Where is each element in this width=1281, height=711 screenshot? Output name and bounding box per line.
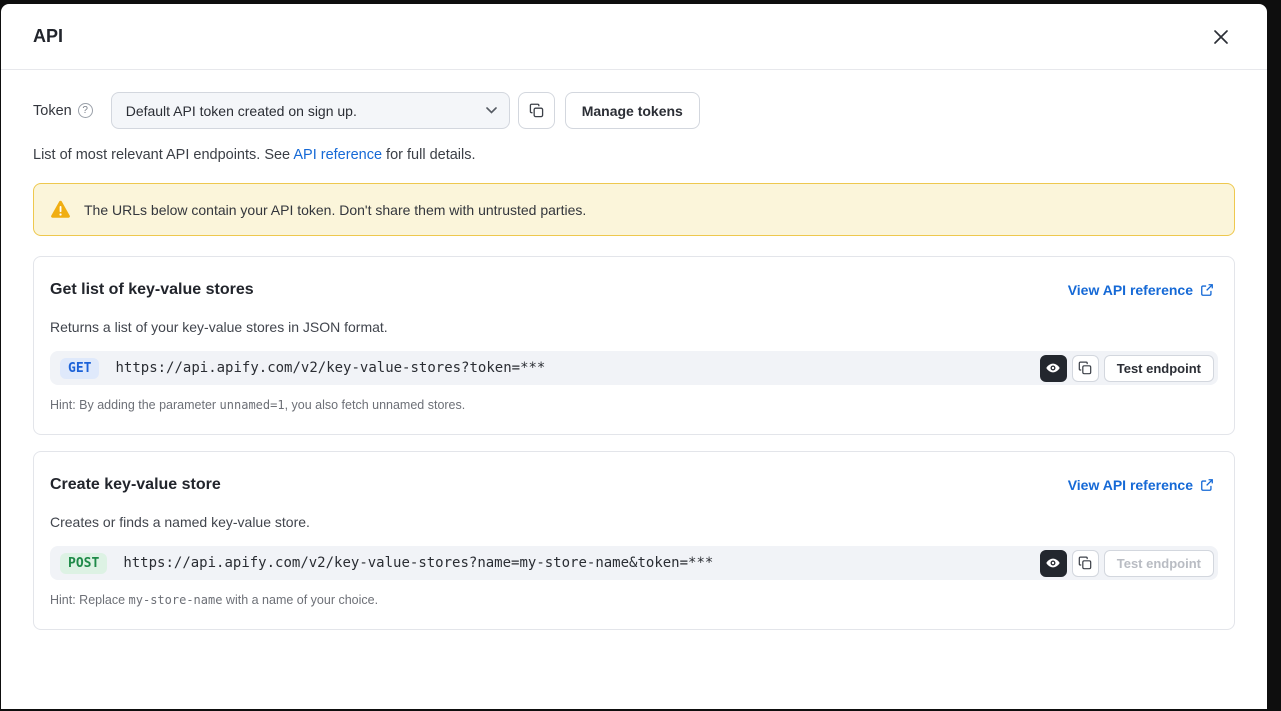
hint-before: Hint: Replace: [50, 593, 129, 607]
close-icon: [1213, 29, 1229, 45]
token-select[interactable]: Default API token created on sign up.: [111, 92, 510, 129]
hint-code: my-store-name: [129, 593, 223, 607]
modal-body: Token ? Default API token created on sig…: [1, 70, 1267, 709]
endpoint-card-get-list: Get list of key-value stores View API re…: [33, 256, 1235, 435]
reveal-token-button[interactable]: [1040, 355, 1067, 382]
view-api-reference-link[interactable]: View API reference: [1068, 477, 1214, 493]
token-row: Token ? Default API token created on sig…: [33, 92, 1235, 129]
page-title: API: [33, 26, 63, 47]
copy-icon: [1078, 361, 1092, 375]
test-endpoint-button[interactable]: Test endpoint: [1104, 550, 1214, 577]
external-link-icon: [1200, 283, 1214, 297]
endpoint-row: GET https://api.apify.com/v2/key-value-s…: [50, 351, 1218, 385]
close-button[interactable]: [1207, 23, 1235, 51]
endpoint-actions: Test endpoint: [1040, 355, 1214, 382]
warning-banner: The URLs below contain your API token. D…: [33, 183, 1235, 236]
endpoint-row: POST https://api.apify.com/v2/key-value-…: [50, 546, 1218, 580]
endpoint-actions: Test endpoint: [1040, 550, 1214, 577]
endpoint-url: https://api.apify.com/v2/key-value-store…: [115, 360, 1039, 376]
card-head: Create key-value store View API referenc…: [50, 476, 1218, 494]
copy-icon: [529, 103, 544, 118]
hint-after: , you also fetch unnamed stores.: [285, 398, 466, 412]
method-badge: GET: [60, 358, 99, 379]
method-badge: POST: [60, 553, 107, 574]
reveal-token-button[interactable]: [1040, 550, 1067, 577]
modal-header: API: [1, 4, 1267, 70]
view-api-reference-link[interactable]: View API reference: [1068, 282, 1214, 298]
eye-icon: [1045, 555, 1061, 571]
api-reference-link[interactable]: API reference: [293, 147, 382, 163]
eye-icon: [1045, 360, 1061, 376]
endpoint-hint: Hint: Replace my-store-name with a name …: [50, 593, 1218, 607]
copy-url-button[interactable]: [1072, 355, 1099, 382]
copy-token-button[interactable]: [518, 92, 555, 129]
help-icon[interactable]: ?: [78, 103, 93, 118]
hint-code: unnamed=1: [220, 398, 285, 412]
intro-before: List of most relevant API endpoints. See: [33, 147, 293, 163]
api-modal: API Token ? Default API token created on…: [1, 4, 1267, 709]
endpoint-card-create-store: Create key-value store View API referenc…: [33, 451, 1235, 630]
card-title: Get list of key-value stores: [50, 281, 254, 299]
view-api-reference-label: View API reference: [1068, 282, 1193, 298]
hint-before: Hint: By adding the parameter: [50, 398, 220, 412]
warning-icon: [50, 200, 71, 219]
intro-after: for full details.: [382, 147, 476, 163]
token-select-value: Default API token created on sign up.: [126, 103, 357, 119]
endpoint-hint: Hint: By adding the parameter unnamed=1,…: [50, 398, 1218, 412]
endpoint-url: https://api.apify.com/v2/key-value-store…: [123, 555, 1039, 571]
card-description: Returns a list of your key-value stores …: [50, 319, 1218, 335]
card-title: Create key-value store: [50, 476, 221, 494]
test-endpoint-button[interactable]: Test endpoint: [1104, 355, 1214, 382]
token-label: Token: [33, 103, 72, 119]
view-api-reference-label: View API reference: [1068, 477, 1193, 493]
manage-tokens-button[interactable]: Manage tokens: [565, 92, 700, 129]
copy-url-button[interactable]: [1072, 550, 1099, 577]
card-head: Get list of key-value stores View API re…: [50, 281, 1218, 299]
copy-icon: [1078, 556, 1092, 570]
chevron-down-icon: [486, 107, 497, 114]
card-description: Creates or finds a named key-value store…: [50, 514, 1218, 530]
external-link-icon: [1200, 478, 1214, 492]
hint-after: with a name of your choice.: [222, 593, 378, 607]
warning-text: The URLs below contain your API token. D…: [84, 202, 586, 218]
intro-text: List of most relevant API endpoints. See…: [33, 147, 1235, 163]
